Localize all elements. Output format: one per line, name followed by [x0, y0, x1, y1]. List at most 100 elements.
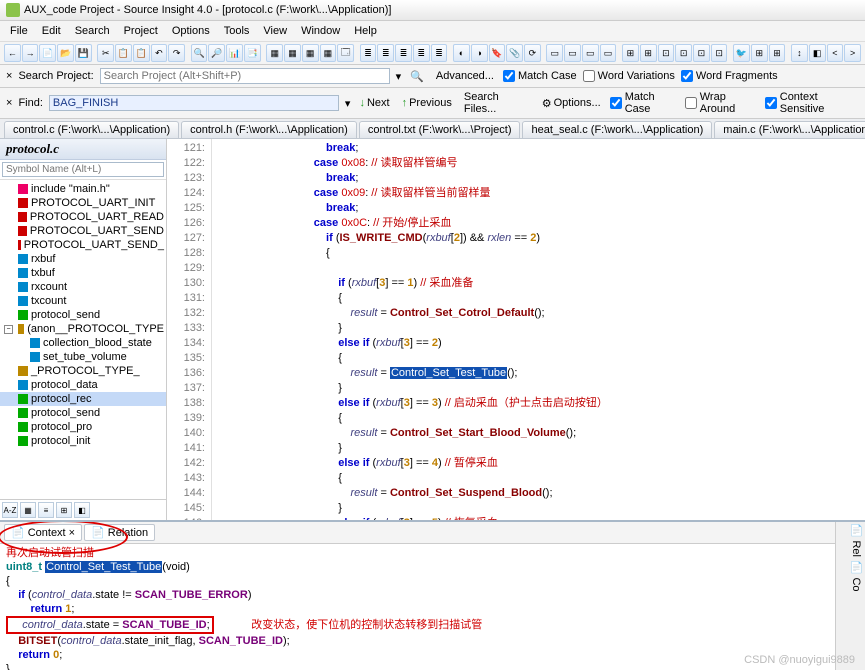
toolbar-button[interactable]: ↶ — [151, 44, 168, 62]
toolbar-button[interactable]: 💾 — [75, 44, 92, 62]
toolbar-button[interactable]: ≣ — [360, 44, 377, 62]
side-tab[interactable]: 📄 Rel — [838, 524, 863, 557]
previous-button[interactable]: ↑Previous — [399, 97, 455, 109]
symbol-item[interactable]: protocol_pro — [0, 420, 166, 434]
symbol-item[interactable]: protocol_rec — [0, 392, 166, 406]
side-tab[interactable]: 📄 Co — [838, 561, 863, 592]
symbol-item[interactable]: protocol_init — [0, 434, 166, 448]
word-fragments-checkbox[interactable]: Word Fragments — [681, 70, 778, 82]
toolbar-button[interactable]: 🐦 — [733, 44, 750, 62]
toolbar-button[interactable]: 📋 — [115, 44, 132, 62]
context-tab[interactable]: 📄Relation — [84, 524, 155, 541]
search-files-button[interactable]: Search Files... — [461, 91, 533, 115]
menu-help[interactable]: Help — [348, 23, 383, 39]
menu-file[interactable]: File — [4, 23, 34, 39]
code-editor[interactable]: 121:122:123:124:125:126:127:128:129:130:… — [167, 139, 865, 520]
toolbar-button[interactable]: 📑 — [244, 44, 261, 62]
toolbar-button[interactable]: ✂ — [97, 44, 114, 62]
toolbar-button[interactable]: ≣ — [377, 44, 394, 62]
symbol-item[interactable]: rxcount — [0, 280, 166, 294]
toolbar-button[interactable]: ⊡ — [711, 44, 728, 62]
toolbar-button[interactable]: > — [844, 44, 861, 62]
toolbar-button[interactable]: ▭ — [546, 44, 563, 62]
toolbar-button[interactable]: ⊡ — [675, 44, 692, 62]
toolbar-button[interactable]: ▦ — [284, 44, 301, 62]
symbol-item[interactable]: −(anon__PROTOCOL_TYPE — [0, 322, 166, 336]
dropdown-icon[interactable]: ▾ — [345, 97, 351, 110]
file-tab[interactable]: heat_seal.c (F:\work\...\Application) — [522, 121, 712, 138]
symbol-item[interactable]: PROTOCOL_UART_READ — [0, 210, 166, 224]
context-sensitive-checkbox[interactable]: Context Sensitive — [765, 91, 859, 115]
symbol-item[interactable]: txcount — [0, 294, 166, 308]
toolbar-button[interactable]: ▭ — [582, 44, 599, 62]
toolbar-button[interactable]: ▦ — [302, 44, 319, 62]
dropdown-icon[interactable]: ▾ — [396, 70, 402, 83]
next-button[interactable]: ↓Next — [356, 97, 392, 109]
toolbar-button[interactable]: < — [827, 44, 844, 62]
sidebar-view-button[interactable]: ⊞ — [56, 502, 72, 518]
menu-view[interactable]: View — [257, 23, 293, 39]
toolbar-button[interactable]: 🔍 — [191, 44, 208, 62]
menu-search[interactable]: Search — [69, 23, 116, 39]
word-variations-checkbox[interactable]: Word Variations — [583, 70, 675, 82]
sidebar-view-button[interactable]: ≡ — [38, 502, 54, 518]
menu-options[interactable]: Options — [166, 23, 216, 39]
toolbar-button[interactable]: ◑ — [471, 44, 488, 62]
symbol-item[interactable]: PROTOCOL_UART_INIT — [0, 196, 166, 210]
toolbar-button[interactable]: ◐ — [453, 44, 470, 62]
symbol-item[interactable]: protocol_send — [0, 308, 166, 322]
toolbar-button[interactable]: ← — [4, 44, 21, 62]
find-input[interactable] — [49, 95, 339, 111]
symbol-item[interactable]: PROTOCOL_UART_SEND_ — [0, 238, 166, 252]
toolbar-button[interactable]: ⊞ — [751, 44, 768, 62]
context-side-tabs[interactable]: 📄 Rel 📄 Co — [835, 522, 865, 670]
file-tab[interactable]: control.c (F:\work\...\Application) — [4, 121, 179, 138]
toolbar-button[interactable]: ↕ — [791, 44, 808, 62]
toolbar-button[interactable]: ◧ — [809, 44, 826, 62]
file-tab[interactable]: control.txt (F:\work\...\Project) — [359, 121, 521, 138]
symbol-item[interactable]: txbuf — [0, 266, 166, 280]
symbol-item[interactable]: protocol_send — [0, 406, 166, 420]
sidebar-view-button[interactable]: A-Z — [2, 502, 18, 518]
sidebar-view-button[interactable]: ◧ — [74, 502, 90, 518]
advanced-button[interactable]: Advanced... — [433, 70, 497, 82]
toolbar-button[interactable]: ▦ — [320, 44, 337, 62]
symbol-item[interactable]: include "main.h" — [0, 182, 166, 196]
symbol-item[interactable]: rxbuf — [0, 252, 166, 266]
toolbar-button[interactable]: ▦ — [266, 44, 283, 62]
toolbar-button[interactable]: ⊞ — [640, 44, 657, 62]
close-icon[interactable]: × — [6, 70, 12, 82]
menu-tools[interactable]: Tools — [218, 23, 256, 39]
search-project-input[interactable] — [100, 68, 390, 84]
symbol-item[interactable]: collection_blood_state — [0, 336, 166, 350]
toolbar-button[interactable]: → — [22, 44, 39, 62]
code-area[interactable]: break; case 0x08: // 读取留样管编号 break; case… — [212, 139, 865, 520]
toolbar-button[interactable]: 📂 — [57, 44, 74, 62]
close-icon[interactable]: × — [6, 97, 12, 109]
toolbar-button[interactable]: ⊡ — [658, 44, 675, 62]
sidebar-view-button[interactable]: ▦ — [20, 502, 36, 518]
symbol-tree[interactable]: include "main.h"PROTOCOL_UART_INITPROTOC… — [0, 180, 166, 499]
context-code[interactable]: 再次启动试管扫描uint8_t Control_Set_Test_Tube(vo… — [0, 544, 835, 670]
expand-icon[interactable]: − — [4, 325, 13, 334]
toolbar-button[interactable]: ⊞ — [622, 44, 639, 62]
symbol-item[interactable]: _PROTOCOL_TYPE_ — [0, 364, 166, 378]
symbol-item[interactable]: protocol_data — [0, 378, 166, 392]
context-tab[interactable]: 📄Context× — [4, 524, 82, 541]
toolbar-button[interactable]: 📋 — [133, 44, 150, 62]
toolbar-button[interactable]: 📄 — [39, 44, 56, 62]
toolbar-button[interactable]: ↷ — [168, 44, 185, 62]
match-case-checkbox[interactable]: Match Case — [503, 70, 577, 82]
menu-project[interactable]: Project — [118, 23, 164, 39]
toolbar-button[interactable]: 🔖 — [489, 44, 506, 62]
options-button[interactable]: ⚙Options... — [539, 97, 604, 110]
toolbar-button[interactable]: ⊞ — [769, 44, 786, 62]
toolbar-button[interactable]: 🗔 — [337, 44, 354, 62]
toolbar-button[interactable]: ≣ — [413, 44, 430, 62]
wrap-around-checkbox[interactable]: Wrap Around — [685, 91, 759, 115]
toolbar-button[interactable]: ▭ — [564, 44, 581, 62]
symbol-item[interactable]: set_tube_volume — [0, 350, 166, 364]
menu-edit[interactable]: Edit — [36, 23, 67, 39]
toolbar-button[interactable]: 📎 — [506, 44, 523, 62]
search-button[interactable]: 🔍 — [407, 70, 427, 83]
